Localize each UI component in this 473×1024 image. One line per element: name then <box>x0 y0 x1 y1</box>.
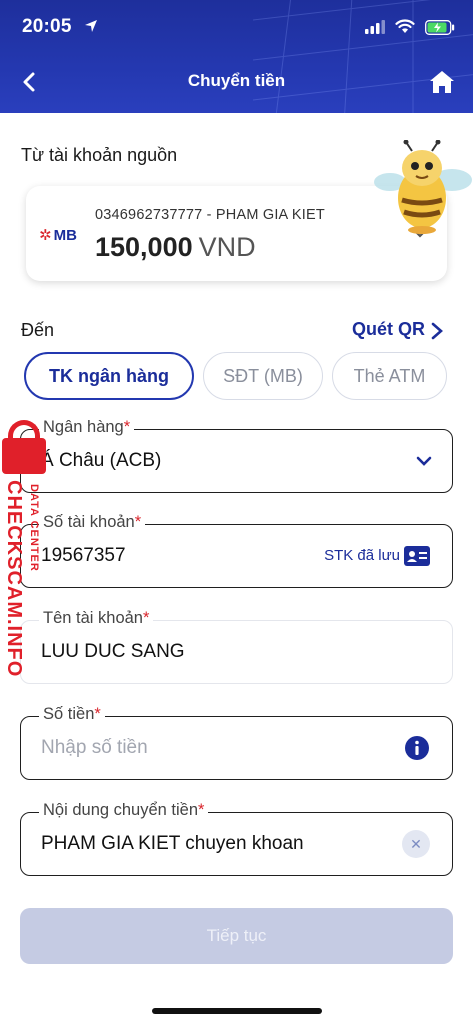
bank-select[interactable]: Ngân hàng* Á Châu (ACB) <box>20 418 453 493</box>
account-number-field[interactable]: Số tài khoản* 19567357 STK đã lưu <box>20 513 453 588</box>
account-name-field: Tên tài khoản* LUU DUC SANG <box>20 609 453 684</box>
amount-field[interactable]: Số tiền* Nhập số tiền <box>20 705 453 780</box>
destination-label: Đến <box>21 320 55 340</box>
contact-card-icon[interactable] <box>404 546 430 566</box>
transfer-content-value[interactable]: PHAM GIA KIET chuyen khoan <box>41 833 304 855</box>
battery-charging-icon <box>425 20 455 35</box>
tab-atm-card[interactable]: Thẻ ATM <box>332 352 447 400</box>
source-balance: 150,000 VND <box>95 232 256 262</box>
amount-label: Số tiền* <box>39 705 105 724</box>
home-icon[interactable] <box>428 68 456 96</box>
app-header: 20:05 Chuyển tiền <box>0 0 473 113</box>
bank-label: Ngân hàng* <box>39 418 135 437</box>
continue-button[interactable]: Tiếp tục <box>20 908 453 964</box>
account-name-value: LUU DUC SANG <box>41 641 185 662</box>
transfer-content-label: Nội dung chuyển tiền* <box>39 801 209 820</box>
status-time: 20:05 <box>22 16 72 37</box>
watermark-subtext: DATA CENTER <box>28 484 40 572</box>
home-indicator <box>152 1008 322 1014</box>
mb-bank-logo: ✲ MB <box>39 227 77 244</box>
tab-phone-mb[interactable]: SĐT (MB) <box>203 352 323 400</box>
cellular-signal-icon <box>365 20 385 34</box>
wifi-icon <box>395 19 415 33</box>
scan-qr-link[interactable]: Quét QR <box>352 319 425 340</box>
watermark-lock-icon <box>2 438 46 474</box>
watermark-text: CHECKSCAM.INFO <box>3 480 25 678</box>
chevron-down-icon[interactable] <box>416 455 432 467</box>
account-number-label: Số tài khoản* <box>39 513 146 532</box>
account-name-label: Tên tài khoản* <box>39 609 154 628</box>
amount-placeholder[interactable]: Nhập số tiền <box>41 737 148 759</box>
info-icon[interactable] <box>404 735 430 761</box>
transfer-content-field[interactable]: Nội dung chuyển tiền* PHAM GIA KIET chuy… <box>20 801 453 876</box>
account-number-value: 19567357 <box>41 545 126 566</box>
status-bar: 20:05 <box>0 0 473 58</box>
saved-accounts-link[interactable]: STK đã lưu <box>324 547 400 564</box>
clear-icon[interactable]: ✕ <box>402 830 430 858</box>
chevron-right-icon[interactable] <box>429 322 445 340</box>
source-account-label: Từ tài khoản nguồn <box>21 145 178 165</box>
page-title: Chuyển tiền <box>187 71 286 90</box>
mb-star-icon: ✲ <box>39 227 52 244</box>
source-account-number: 0346962737777 - PHAM GIA KIET <box>95 207 325 223</box>
bank-value: Á Châu (ACB) <box>41 450 162 471</box>
tab-bank-account[interactable]: TK ngân hàng <box>24 352 194 400</box>
bee-mascot-icon <box>374 140 472 234</box>
location-arrow-icon <box>85 20 97 32</box>
